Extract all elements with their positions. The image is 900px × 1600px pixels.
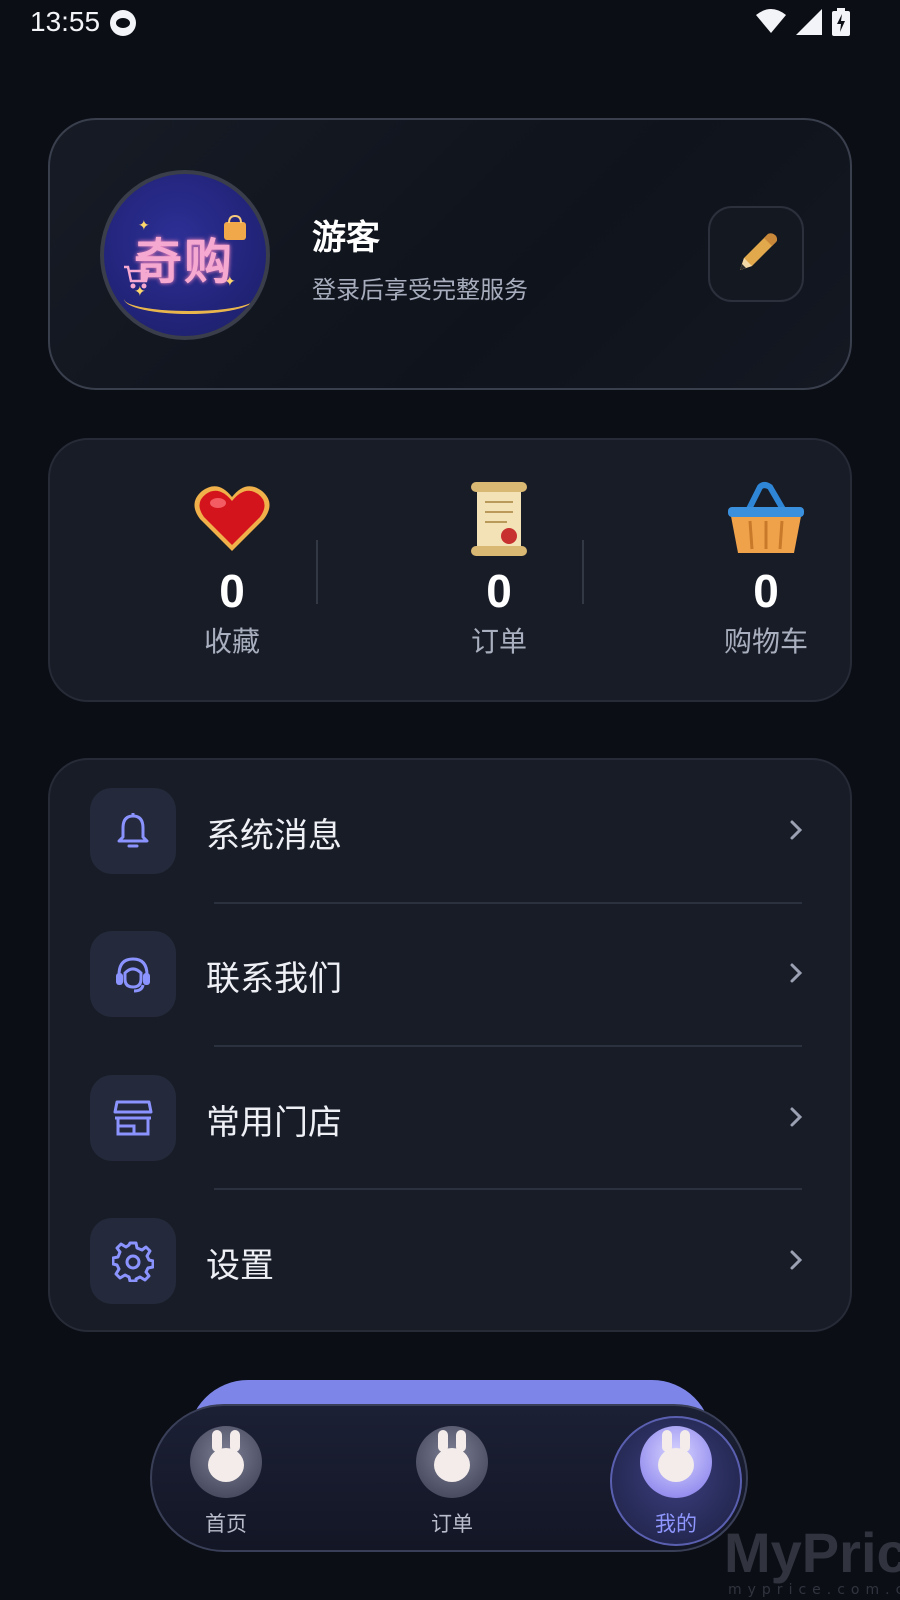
menu-label: 系统消息 (206, 816, 342, 856)
login-hint[interactable]: 登录后享受完整服务 (312, 270, 528, 305)
shopping-bag-icon (224, 214, 246, 240)
gear-icon (112, 1241, 154, 1282)
cart-label: 购物车 (723, 625, 808, 658)
stat-cart[interactable]: 0 购物车 (666, 480, 866, 660)
battery-charging-icon (832, 8, 850, 36)
menu-item-system-messages[interactable]: 系统消息 (50, 760, 854, 904)
menu-label: 常用门店 (206, 1103, 342, 1143)
basket-icon (728, 482, 804, 553)
menu-icon-box (90, 788, 176, 874)
chevron-right-icon (790, 820, 803, 840)
bunny-avatar-icon (640, 1426, 712, 1498)
nav-item-orders[interactable]: 订单 (392, 1426, 512, 1538)
profile-name: 游客 (312, 218, 380, 258)
chevron-right-icon (790, 1107, 803, 1127)
menu-label: 联系我们 (206, 959, 342, 999)
chevron-right-icon (790, 1250, 803, 1270)
status-time: 13:55 (30, 6, 101, 37)
menu-icon-box (90, 1218, 176, 1304)
watermark: MyPrice (724, 1521, 900, 1584)
status-bar: 13:55 (0, 0, 900, 48)
orders-label: 订单 (470, 625, 527, 658)
nav-label: 首页 (205, 1512, 247, 1536)
watermark-sub: myprice.com.cn (728, 1582, 900, 1598)
favorites-count: 0 (219, 565, 245, 617)
favorites-label: 收藏 (203, 625, 260, 658)
headset-icon (116, 957, 150, 993)
stat-favorites[interactable]: 0 收藏 (132, 480, 332, 660)
nav-item-mine[interactable]: 我的 (616, 1426, 736, 1538)
bunny-avatar-icon (416, 1426, 488, 1498)
profile-card[interactable]: ✦ ✦ ✦ 奇购 游客 登录后享受完整服务 (48, 118, 852, 390)
chevron-right-icon (790, 963, 803, 983)
menu-icon-box (90, 931, 176, 1017)
menu-item-settings[interactable]: 设置 (50, 1190, 854, 1334)
heart-icon (194, 486, 270, 551)
store-icon (113, 1100, 153, 1136)
app-notification-icon (110, 10, 136, 36)
signal-icon (796, 9, 822, 35)
menu-icon-box (90, 1075, 176, 1161)
pencil-icon (740, 233, 777, 270)
edit-profile-button[interactable] (708, 206, 804, 302)
nav-label: 订单 (431, 1512, 473, 1536)
divider (582, 540, 584, 604)
status-icons (756, 8, 850, 36)
menu-item-contact-us[interactable]: 联系我们 (50, 903, 854, 1047)
bottom-nav: 首页 订单 我的 (150, 1404, 748, 1552)
divider (316, 540, 318, 604)
scroll-icon (471, 482, 527, 556)
menu-item-favorite-stores[interactable]: 常用门店 (50, 1047, 854, 1191)
bunny-avatar-icon (190, 1426, 262, 1498)
nav-item-home[interactable]: 首页 (166, 1426, 286, 1538)
stat-orders[interactable]: 0 订单 (399, 480, 599, 660)
cart-icon (124, 265, 150, 289)
wifi-icon (756, 9, 786, 33)
menu-label: 设置 (206, 1246, 274, 1286)
bell-icon (117, 813, 149, 848)
orders-count: 0 (486, 565, 512, 617)
stats-card: 0 收藏 0 订单 0 购物车 (48, 438, 852, 702)
cart-count: 0 (753, 565, 779, 617)
menu-card: 系统消息 联系我们 常用门店 设置 (48, 758, 852, 1332)
avatar[interactable]: ✦ ✦ ✦ 奇购 (100, 170, 270, 340)
nav-label: 我的 (655, 1512, 697, 1536)
